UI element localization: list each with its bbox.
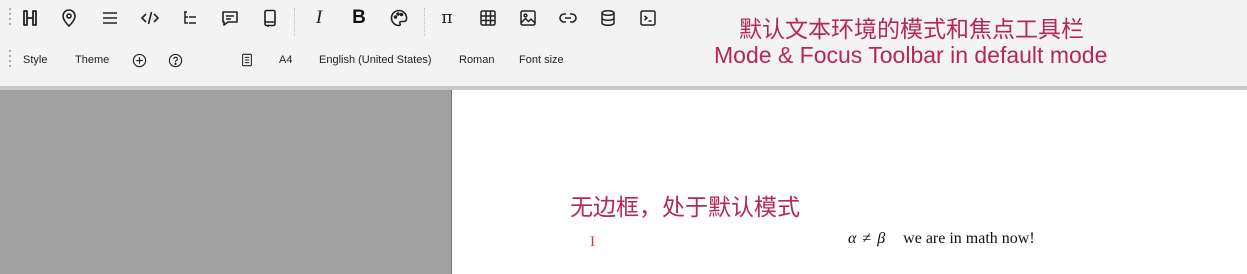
language-menu[interactable]: English (United States) [319, 54, 432, 66]
annotation-title-en: Mode & Focus Toolbar in default mode [714, 42, 1108, 68]
code-icon[interactable] [138, 6, 162, 30]
database-icon[interactable] [596, 6, 620, 30]
comment-icon[interactable] [218, 6, 242, 30]
document-gutter [0, 90, 452, 274]
toolbar-grip-row1[interactable] [9, 8, 11, 28]
toolbar-separator [424, 8, 425, 36]
add-circle-icon[interactable] [131, 52, 147, 68]
style-menu[interactable]: Style [23, 54, 47, 66]
math-line[interactable]: α ≠ β we are in math now! [848, 230, 1035, 248]
math-beta: β [877, 230, 886, 247]
location-pin-icon[interactable] [57, 6, 81, 30]
help-circle-icon[interactable] [167, 52, 183, 68]
link-icon[interactable] [556, 6, 580, 30]
italic-icon[interactable]: I [307, 6, 331, 30]
notebook-icon[interactable] [258, 6, 282, 30]
page-icon[interactable] [239, 52, 255, 68]
math-neq: ≠ [862, 230, 872, 247]
toolbar-grip-row2[interactable] [9, 50, 11, 70]
text-cursor: I [590, 234, 595, 250]
outline-icon[interactable] [178, 6, 202, 30]
math-alpha: α [848, 230, 857, 247]
table-icon[interactable] [476, 6, 500, 30]
annotation-title-zh: 默认文本环境的模式和焦点工具栏 [739, 16, 1084, 42]
font-size-menu[interactable]: Font size [519, 54, 564, 66]
image-icon[interactable] [516, 6, 540, 30]
math-text: we are in math now! [903, 230, 1035, 247]
toolbar-separator [294, 8, 295, 36]
annotation-body-zh: 无边框，处于默认模式 [570, 194, 800, 220]
palette-icon[interactable] [387, 6, 411, 30]
font-family-menu[interactable]: Roman [459, 54, 494, 66]
mode-focus-toolbar: I B π Style Theme A4 English (United Sta… [0, 0, 1247, 86]
page-size-menu[interactable]: A4 [279, 54, 292, 66]
list-icon[interactable] [98, 6, 122, 30]
heading-icon[interactable] [18, 6, 42, 30]
terminal-icon[interactable] [636, 6, 660, 30]
bold-icon[interactable]: B [347, 6, 371, 30]
theme-menu[interactable]: Theme [75, 54, 109, 66]
pi-icon[interactable]: π [435, 6, 459, 30]
